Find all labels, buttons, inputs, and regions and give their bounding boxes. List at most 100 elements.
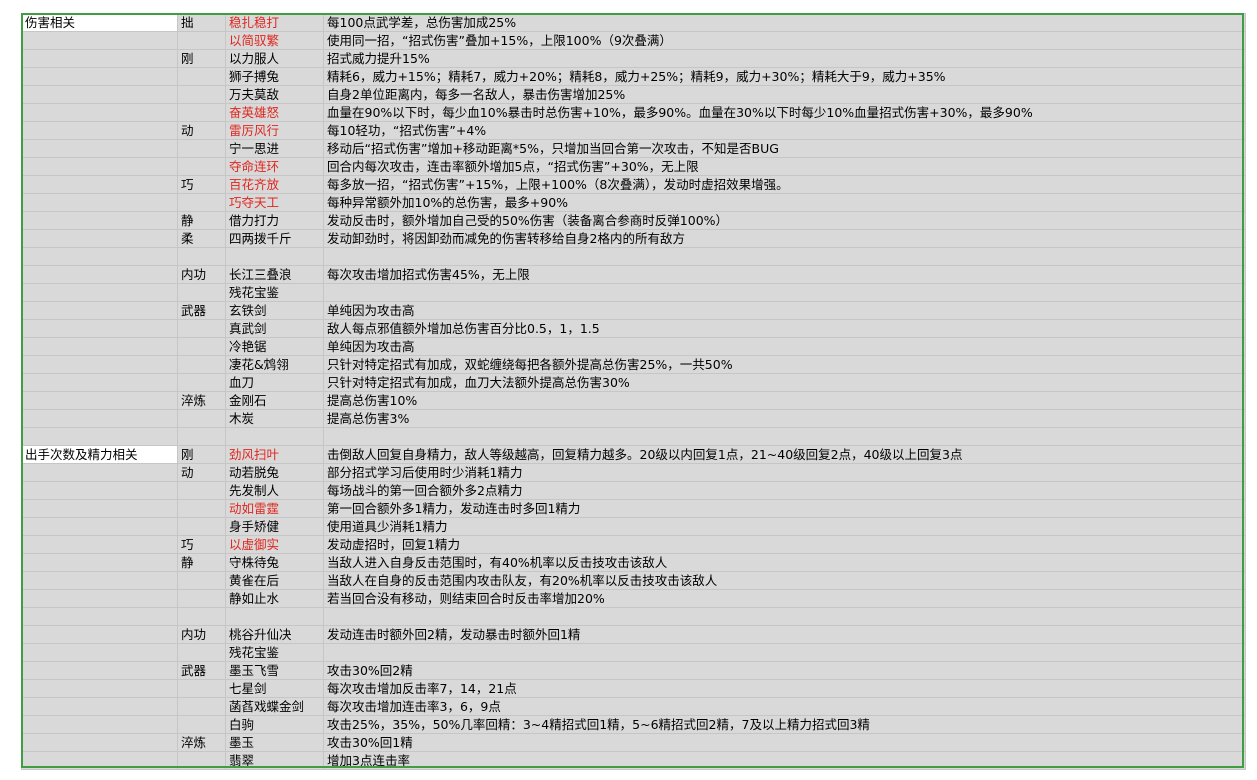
trait-name-cell[interactable]: 静如止水 xyxy=(225,589,324,608)
description-cell[interactable] xyxy=(323,607,1246,626)
category-cell[interactable] xyxy=(21,409,178,428)
description-cell[interactable]: 精耗6，威力+15%；精耗7，威力+20%；精耗8，威力+25%；精耗9，威力+… xyxy=(323,67,1246,86)
description-cell[interactable]: 只针对特定招式有加成，双蛇缠绕每把各额外提高总伤害25%，一共50% xyxy=(323,355,1246,374)
table-row[interactable]: 白驹 攻击25%，35%，50%几率回精：3~4精招式回1精，5~6精招式回2精，… xyxy=(21,715,1246,734)
description-cell[interactable]: 自身2单位距离内，每多一名敌人，暴击伤害增加25% xyxy=(323,85,1246,104)
category-cell[interactable] xyxy=(21,733,178,752)
description-cell[interactable]: 攻击30%回2精 xyxy=(323,661,1246,680)
table-row[interactable]: 静守株待兔 当敌人进入自身反击范围时，有40%机率以反击技攻击该敌人 xyxy=(21,553,1246,572)
trait-name-cell[interactable]: 借力打力 xyxy=(225,211,324,230)
category-cell[interactable] xyxy=(21,481,178,500)
description-cell[interactable]: 第一回合额外多1精力，发动连击时多回1精力 xyxy=(323,499,1246,518)
trait-name-cell[interactable]: 夺命连环 xyxy=(225,157,324,176)
table-row[interactable]: 残花宝鉴 xyxy=(21,283,1246,302)
trait-name-cell[interactable] xyxy=(225,247,324,266)
trait-name-cell[interactable]: 七星剑 xyxy=(225,679,324,698)
category-cell[interactable] xyxy=(21,517,178,536)
description-cell[interactable]: 每多放一招，“招式伤害”+15%，上限+100%（8次叠满），发动时虚招效果增强… xyxy=(323,175,1246,194)
category-cell[interactable] xyxy=(21,337,178,356)
category-cell[interactable] xyxy=(21,211,178,230)
table-row[interactable] xyxy=(21,607,1246,626)
table-row[interactable]: 动雷厉风行 每10轻功，“招式伤害”+4% xyxy=(21,121,1246,140)
subcategory-cell[interactable]: 内功 xyxy=(177,265,226,284)
trait-name-cell[interactable]: 金刚石 xyxy=(225,391,324,410)
category-cell[interactable] xyxy=(21,319,178,338)
subcategory-cell[interactable]: 刚 xyxy=(177,445,226,464)
category-cell[interactable] xyxy=(21,265,178,284)
trait-name-cell[interactable]: 守株待兔 xyxy=(225,553,324,572)
subcategory-cell[interactable] xyxy=(177,715,226,734)
trait-name-cell[interactable]: 身手矫健 xyxy=(225,517,324,536)
category-cell[interactable] xyxy=(21,193,178,212)
category-cell[interactable] xyxy=(21,139,178,158)
table-row[interactable]: 刚以力服人 招式威力提升15% xyxy=(21,49,1246,68)
category-cell[interactable] xyxy=(21,121,178,140)
trait-name-cell[interactable]: 万夫莫敌 xyxy=(225,85,324,104)
category-cell[interactable] xyxy=(21,607,178,626)
description-cell[interactable]: 发动虚招时，回复1精力 xyxy=(323,535,1246,554)
trait-name-cell[interactable]: 狮子搏兔 xyxy=(225,67,324,86)
subcategory-cell[interactable]: 刚 xyxy=(177,49,226,68)
category-cell[interactable] xyxy=(21,553,178,572)
trait-name-cell[interactable]: 玄铁剑 xyxy=(225,301,324,320)
description-cell[interactable]: 攻击30%回1精 xyxy=(323,733,1246,752)
table-row[interactable]: 伤害相关拙稳扎稳打 每100点武学差，总伤害加成25% xyxy=(21,13,1246,32)
category-cell[interactable] xyxy=(21,175,178,194)
trait-name-cell[interactable]: 凄花&鸩翎 xyxy=(225,355,324,374)
category-cell[interactable] xyxy=(21,427,178,446)
subcategory-cell[interactable] xyxy=(177,751,226,770)
description-cell[interactable]: 若当回合没有移动，则结束回合时反击率增加20% xyxy=(323,589,1246,608)
table-row[interactable]: 武器 墨玉飞雪 攻击30%回2精 xyxy=(21,661,1246,680)
category-cell[interactable] xyxy=(21,751,178,770)
category-cell[interactable] xyxy=(21,697,178,716)
table-row[interactable]: 真武剑 敌人每点邪值额外增加总伤害百分比0.5，1，1.5 xyxy=(21,319,1246,338)
subcategory-cell[interactable]: 柔 xyxy=(177,229,226,248)
subcategory-cell[interactable] xyxy=(177,247,226,266)
table-row[interactable]: 凄花&鸩翎 只针对特定招式有加成，双蛇缠绕每把各额外提高总伤害25%，一共50% xyxy=(21,355,1246,374)
description-cell[interactable] xyxy=(323,247,1246,266)
trait-name-cell[interactable]: 先发制人 xyxy=(225,481,324,500)
table-row[interactable]: 黄雀在后 当敌人在自身的反击范围内攻击队友，有20%机率以反击技攻击该敌人 xyxy=(21,571,1246,590)
description-cell[interactable]: 每场战斗的第一回合额外多2点精力 xyxy=(323,481,1246,500)
trait-name-cell[interactable]: 稳扎稳打 xyxy=(225,13,324,32)
subcategory-cell[interactable]: 动 xyxy=(177,463,226,482)
subcategory-cell[interactable] xyxy=(177,571,226,590)
subcategory-cell[interactable] xyxy=(177,283,226,302)
description-cell[interactable]: 当敌人进入自身反击范围时，有40%机率以反击技攻击该敌人 xyxy=(323,553,1246,572)
subcategory-cell[interactable] xyxy=(177,427,226,446)
table-row[interactable]: 狮子搏兔 精耗6，威力+15%；精耗7，威力+20%；精耗8，威力+25%；精耗9… xyxy=(21,67,1246,86)
trait-name-cell[interactable]: 四两拨千斤 xyxy=(225,229,324,248)
category-cell[interactable] xyxy=(21,679,178,698)
table-row[interactable]: 内功 桃谷升仙决 发动连击时额外回2精，发动暴击时额外回1精 xyxy=(21,625,1246,644)
description-cell[interactable]: 每10轻功，“招式伤害”+4% xyxy=(323,121,1246,140)
description-cell[interactable]: 只针对特定招式有加成，血刀大法额外提高总伤害30% xyxy=(323,373,1246,392)
description-cell[interactable] xyxy=(323,643,1246,662)
table-row[interactable]: 以简驭繁 使用同一招，“招式伤害”叠加+15%，上限100%（9次叠满） xyxy=(21,31,1246,50)
description-cell[interactable]: 使用同一招，“招式伤害”叠加+15%，上限100%（9次叠满） xyxy=(323,31,1246,50)
description-cell[interactable]: 击倒敌人回复自身精力，敌人等级越高，回复精力越多。20级以内回复1点，21~40… xyxy=(323,445,1246,464)
subcategory-cell[interactable]: 静 xyxy=(177,211,226,230)
trait-name-cell[interactable]: 黄雀在后 xyxy=(225,571,324,590)
trait-name-cell[interactable]: 雷厉风行 xyxy=(225,121,324,140)
trait-name-cell[interactable]: 木炭 xyxy=(225,409,324,428)
trait-name-cell[interactable]: 翡翠 xyxy=(225,751,324,770)
table-row[interactable]: 菡萏戏蝶金剑 每次攻击增加连击率3，6，9点 xyxy=(21,697,1246,716)
subcategory-cell[interactable]: 内功 xyxy=(177,625,226,644)
subcategory-cell[interactable] xyxy=(177,139,226,158)
subcategory-cell[interactable] xyxy=(177,319,226,338)
subcategory-cell[interactable] xyxy=(177,355,226,374)
subcategory-cell[interactable]: 武器 xyxy=(177,661,226,680)
table-row[interactable]: 万夫莫敌 自身2单位距离内，每多一名敌人，暴击伤害增加25% xyxy=(21,85,1246,104)
category-cell[interactable] xyxy=(21,157,178,176)
trait-name-cell[interactable]: 宁一思进 xyxy=(225,139,324,158)
category-cell[interactable] xyxy=(21,463,178,482)
category-cell[interactable] xyxy=(21,715,178,734)
subcategory-cell[interactable] xyxy=(177,589,226,608)
subcategory-cell[interactable] xyxy=(177,67,226,86)
table-row[interactable]: 巧夺天工 每种异常额外加10%的总伤害，最多+90% xyxy=(21,193,1246,212)
table-row[interactable]: 身手矫健 使用道具少消耗1精力 xyxy=(21,517,1246,536)
subcategory-cell[interactable]: 巧 xyxy=(177,175,226,194)
description-cell[interactable]: 提高总伤害10% xyxy=(323,391,1246,410)
description-cell[interactable]: 每次攻击增加反击率7，14，21点 xyxy=(323,679,1246,698)
category-cell[interactable]: 出手次数及精力相关 xyxy=(21,445,178,464)
